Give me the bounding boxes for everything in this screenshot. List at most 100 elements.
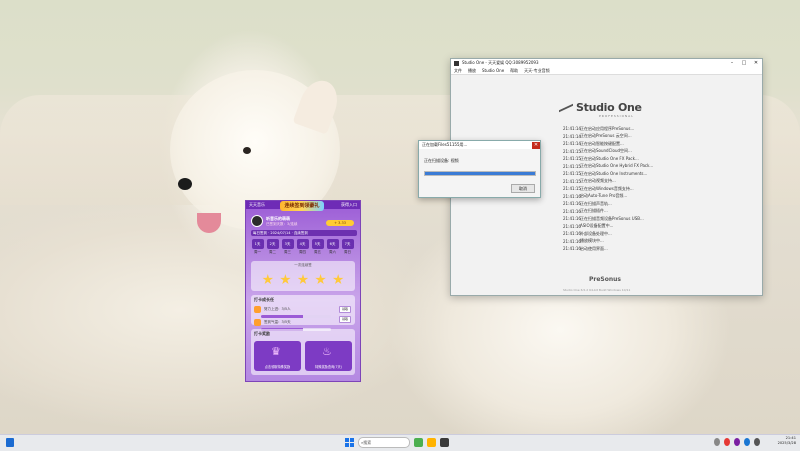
stars-panel: 一次连续签: [251, 261, 355, 291]
gift-icon: [254, 306, 261, 313]
day-item[interactable]: 2天 周二: [266, 239, 279, 257]
dialog-titlebar[interactable]: 正在加载Files51155用... ✕: [419, 141, 540, 149]
log-time: 21:41:16: [563, 238, 581, 244]
reward-tile-query[interactable]: ♨ 特殊奖励查询(7天): [305, 341, 352, 371]
log-text: 启动Auto-Tune Pro音频...: [580, 193, 628, 199]
close-icon[interactable]: ✕: [532, 141, 540, 149]
clock[interactable]: 21:41 2025/3/28: [778, 436, 796, 446]
day-item[interactable]: 3天 周三: [281, 239, 294, 257]
log-text: 正在启动Studio One Instruments...: [580, 170, 648, 176]
log-text: 正在启动Studio One Hybrid FX Pack...: [580, 163, 654, 169]
log-text: 正在启动视频支持...: [580, 178, 616, 184]
day-box: 4天: [296, 239, 309, 249]
checkin-app-window[interactable]: 天天音乐 获得入口 连续签到领豪礼 听音乐的萌萌 已签到天数：3/连续 + 3.…: [245, 200, 361, 382]
close-icon[interactable]: ✕: [750, 60, 762, 66]
scan-progress-bar: [424, 171, 536, 176]
tray-icon[interactable]: [714, 438, 720, 446]
day-list: 1天 周一 2天 周二 3天 周三 4天 周四 5天 周五 6天 周六 7天 周日: [251, 239, 354, 257]
maximize-icon[interactable]: □: [738, 60, 750, 66]
log-row: 21:41:15 正在启动Studio One FX Pack...: [563, 155, 653, 163]
log-text: 正在启动PreSonus 云空间...: [580, 133, 632, 139]
taskbar-app-icon[interactable]: [414, 438, 423, 447]
entry-link[interactable]: 获得入口: [341, 202, 357, 208]
day-item[interactable]: 7天 周日: [341, 239, 354, 257]
user-info: 听音乐的萌萌 已签到天数：3/连续: [251, 215, 297, 227]
log-time: 21:41:16: [563, 231, 581, 237]
star-icon[interactable]: [280, 274, 291, 285]
claim-button[interactable]: 领取: [339, 306, 351, 313]
tray-icon[interactable]: [734, 438, 740, 446]
day-label: 周五: [314, 250, 321, 254]
volume-icon[interactable]: [754, 438, 760, 446]
menu-bar: 文件 播放 Studio One 帮助 天天-专业音频: [451, 67, 762, 75]
log-time: 21:41:15: [563, 156, 581, 162]
day-box: 2天: [266, 239, 279, 249]
version-text: Studio One 6.5.2 64-bit Build Windows 10…: [563, 288, 631, 292]
cancel-button[interactable]: 取消: [511, 184, 535, 193]
star-icon[interactable]: [332, 274, 344, 285]
day-item[interactable]: 6天 周六: [326, 239, 339, 257]
log-time: 21:41:16: [563, 246, 581, 252]
wallpaper-dog-eye: [243, 147, 251, 154]
widgets-icon[interactable]: [6, 438, 14, 447]
search-box[interactable]: ⌕ 搜索: [358, 437, 410, 448]
reward-tile-special[interactable]: ♛ 点击领取特殊奖励: [254, 341, 301, 371]
search-placeholder: 搜索: [363, 439, 372, 445]
app-icon: [454, 60, 459, 66]
menu-item[interactable]: 帮助: [510, 68, 518, 74]
log-row: 21:41:15 正在启动Studio One Instruments...: [563, 170, 653, 178]
file-explorer-icon[interactable]: [427, 438, 436, 447]
log-row: 21:41:14 正在启动PreSonus 云空间...: [563, 133, 653, 141]
day-label: 周二: [269, 250, 276, 254]
day-box: 5天: [311, 239, 324, 249]
clock-date: 2025/3/28: [777, 441, 796, 445]
studio-one-logo-icon: [559, 103, 573, 113]
reward-section-title: 打卡奖励: [254, 331, 270, 336]
minimize-icon[interactable]: –: [726, 60, 738, 66]
logo-name: Studio One: [576, 101, 642, 114]
app-name: 天天音乐: [249, 202, 265, 207]
day-box: 1天: [251, 239, 264, 249]
wallpaper-dog-nose: [178, 178, 192, 190]
claim-button[interactable]: 领取: [339, 316, 351, 323]
menu-item[interactable]: Studio One: [482, 68, 504, 73]
star-icon[interactable]: [315, 274, 326, 285]
points-badge[interactable]: + 3.33: [326, 220, 354, 226]
tray-icon[interactable]: [744, 438, 750, 446]
day-item[interactable]: 4天 周四: [296, 239, 309, 257]
day-label: 周三: [284, 250, 291, 254]
star-icon[interactable]: [262, 274, 274, 285]
menu-item[interactable]: 播放: [468, 68, 476, 74]
start-button[interactable]: [345, 438, 354, 447]
log-row: 21:41:16 正在扫描插件...: [563, 208, 653, 216]
flame-icon: ♨: [322, 345, 332, 358]
scan-dialog[interactable]: 正在加载Files51155用... ✕ 正在扫描设备: 视频 取消: [418, 140, 541, 198]
startup-log: 21:41:14 正在启动应用程序PreSonus... 21:41:14 正在启动P…: [563, 125, 653, 253]
log-text: 外部设备处理中...: [580, 230, 612, 236]
reward-panel: 打卡奖励 ♛ 点击领取特殊奖励 ♨ 特殊奖励查询(7天): [251, 329, 355, 375]
user-level: 已签到天数：3/连续: [266, 221, 298, 226]
log-time: 21:41:14: [563, 126, 581, 132]
studio-one-taskbar-icon[interactable]: [440, 438, 449, 447]
log-text: 启动使用界面...: [580, 245, 608, 251]
log-time: 21:41:15: [563, 171, 581, 177]
log-time: 21:41:16: [563, 193, 581, 199]
taskbar: ⌕ 搜索 21:41 2025/3/28: [0, 434, 800, 451]
tile-label: 点击领取特殊奖励: [264, 365, 291, 369]
star-icon[interactable]: [297, 274, 309, 285]
day-label: 周四: [299, 250, 306, 254]
task-section-title: 打卡成长任: [254, 297, 274, 302]
wallpaper-dog-tongue: [197, 213, 221, 233]
menu-item[interactable]: 文件: [454, 68, 462, 74]
day-item[interactable]: 1天 周一: [251, 239, 264, 257]
log-row: 21:41:16 外部设备处理中...: [563, 230, 653, 238]
log-text: 正在启动应用程序PreSonus...: [580, 125, 635, 131]
avatar[interactable]: [251, 215, 263, 227]
tile-label: 特殊奖励查询(7天): [315, 365, 342, 369]
day-label: 周一: [254, 250, 261, 254]
log-row: 21:41:16 播放模块中...: [563, 238, 653, 246]
day-item[interactable]: 5天 周五: [311, 239, 324, 257]
studio-one-titlebar[interactable]: Studio One - 天天爱娱 QQ:3089952093 – □ ✕: [451, 59, 762, 67]
tray-icon[interactable]: [724, 438, 730, 446]
menu-item[interactable]: 天天-专业音频: [524, 68, 549, 74]
